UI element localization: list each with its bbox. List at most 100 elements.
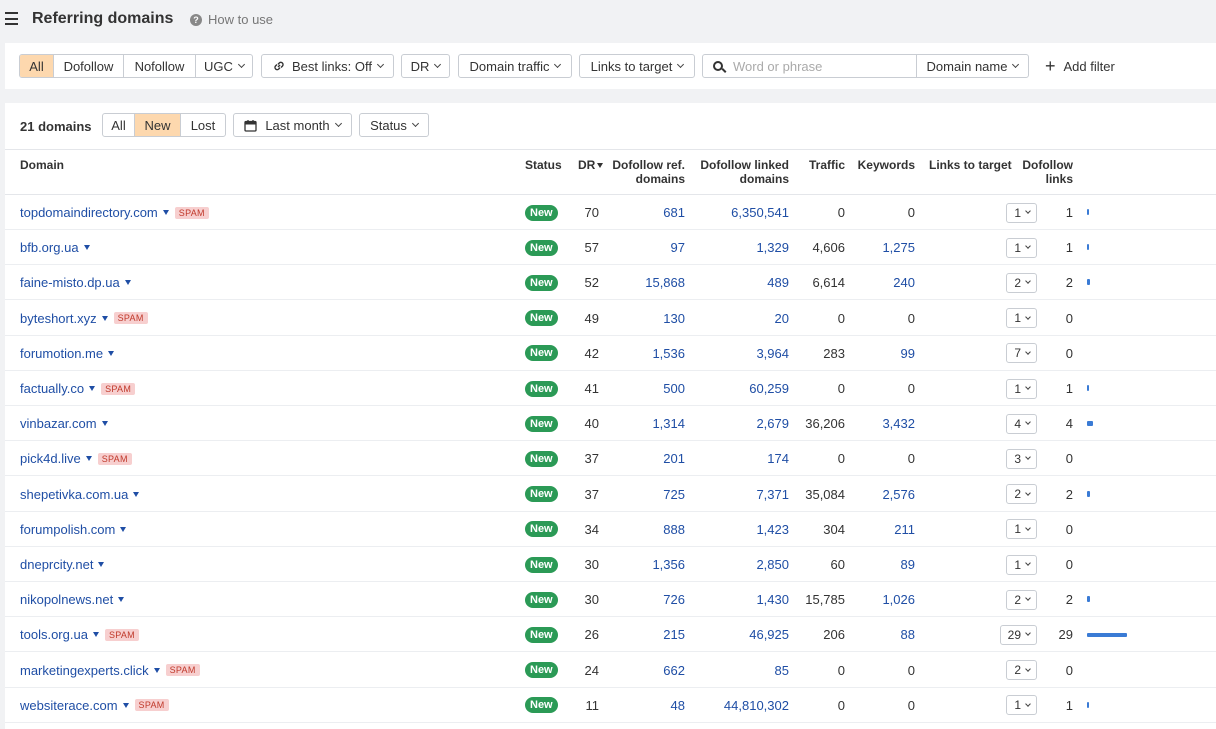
dofollow-ref-domains-cell[interactable]: 215 [663, 617, 685, 652]
dofollow-linked-domains-cell[interactable]: 1,430 [756, 582, 789, 617]
dofollow-ref-domains-cell[interactable]: 681 [663, 195, 685, 230]
dofollow-ref-domains-cell[interactable]: 662 [663, 653, 685, 688]
links-to-target-dropdown[interactable]: 1 [1006, 378, 1037, 399]
caret-down-icon[interactable] [120, 526, 127, 532]
domain-link[interactable]: forumotion.me [20, 346, 103, 361]
links-to-target-dropdown[interactable]: 2 [1006, 589, 1037, 610]
last-month-button[interactable]: Last month [233, 113, 352, 137]
links-to-target-dropdown[interactable]: 1 [1006, 695, 1037, 716]
dofollow-linked-domains-cell[interactable]: 2,850 [756, 547, 789, 582]
dofollow-ref-domains-cell[interactable]: 725 [663, 477, 685, 512]
domain-link[interactable]: byteshort.xyz [20, 311, 97, 326]
domain-link[interactable]: pick4d.live [20, 451, 81, 466]
dofollow-linked-domains-cell[interactable]: 1,423 [756, 512, 789, 547]
dofollow-linked-domains-cell[interactable]: 46,925 [749, 617, 789, 652]
links-to-target-dropdown[interactable]: 4 [1006, 413, 1037, 434]
caret-down-icon[interactable] [92, 632, 99, 638]
domain-link[interactable]: topdomaindirectory.com [20, 205, 158, 220]
dofollow-ref-domains-cell[interactable]: 726 [663, 582, 685, 617]
dofollow-ref-domains-cell[interactable]: 130 [663, 301, 685, 336]
col-dofollow-ref-domains[interactable]: Dofollow ref. domains [612, 158, 685, 186]
caret-down-icon[interactable] [162, 210, 169, 215]
domain-link[interactable]: marketingexperts.click [20, 663, 149, 678]
domain-traffic-button[interactable]: Domain traffic [458, 54, 572, 78]
col-dr[interactable]: DR [578, 158, 604, 172]
links-to-target-dropdown[interactable]: 7 [1006, 343, 1037, 364]
best-links-button[interactable]: Best links: Off [261, 54, 394, 78]
dofollow-linked-domains-cell[interactable]: 3,964 [756, 336, 789, 371]
link-type-nofollow[interactable]: Nofollow [124, 55, 196, 77]
caret-down-icon[interactable] [98, 562, 105, 567]
tab-lost[interactable]: Lost [181, 114, 225, 136]
links-to-target-dropdown[interactable]: 2 [1006, 660, 1037, 681]
dr-filter-button[interactable]: DR [401, 54, 450, 78]
links-to-target-dropdown[interactable]: 1 [1006, 519, 1037, 540]
caret-down-icon[interactable] [133, 491, 140, 497]
links-to-target-dropdown[interactable]: 2 [1006, 484, 1037, 505]
link-type-ugc[interactable]: UGC [196, 55, 252, 77]
col-domain[interactable]: Domain [20, 158, 64, 172]
keywords-cell[interactable]: 1,275 [882, 230, 915, 265]
keywords-cell[interactable]: 211 [894, 512, 915, 547]
link-type-dofollow[interactable]: Dofollow [54, 55, 124, 77]
search-scope-dropdown[interactable]: Domain name [916, 54, 1029, 78]
keywords-cell[interactable]: 89 [901, 547, 915, 582]
caret-down-icon[interactable] [118, 597, 125, 603]
domain-link[interactable]: bfb.org.ua [20, 240, 79, 255]
dofollow-ref-domains-cell[interactable]: 1,314 [652, 406, 685, 441]
caret-down-icon[interactable] [101, 421, 108, 427]
caret-down-icon[interactable] [83, 245, 90, 251]
dofollow-linked-domains-cell[interactable]: 20 [775, 301, 789, 336]
caret-down-icon[interactable] [89, 386, 96, 391]
add-filter-button[interactable]: + Add filter [1045, 54, 1115, 78]
dofollow-linked-domains-cell[interactable]: 2,679 [756, 406, 789, 441]
menu-icon[interactable] [5, 12, 18, 25]
caret-down-icon[interactable] [108, 350, 115, 356]
links-to-target-dropdown[interactable]: 1 [1006, 554, 1037, 575]
keywords-cell[interactable]: 88 [901, 617, 915, 652]
domain-link[interactable]: factually.co [20, 381, 84, 396]
dofollow-ref-domains-cell[interactable]: 97 [671, 230, 685, 265]
tab-all[interactable]: All [103, 114, 135, 136]
caret-down-icon[interactable] [153, 667, 160, 673]
link-type-all[interactable]: All [20, 55, 54, 77]
dofollow-linked-domains-cell[interactable]: 174 [767, 441, 789, 476]
search-input[interactable] [733, 58, 903, 74]
dofollow-linked-domains-cell[interactable]: 60,259 [749, 371, 789, 406]
domain-link[interactable]: faine-misto.dp.ua [20, 275, 120, 290]
dofollow-ref-domains-cell[interactable]: 48 [671, 688, 685, 723]
dofollow-linked-domains-cell[interactable]: 6,350,541 [731, 195, 789, 230]
keywords-cell[interactable]: 2,576 [882, 477, 915, 512]
keywords-cell[interactable]: 3,432 [882, 406, 915, 441]
keywords-cell[interactable]: 240 [893, 265, 915, 300]
links-to-target-button[interactable]: Links to target [579, 54, 695, 78]
dofollow-ref-domains-cell[interactable]: 888 [663, 512, 685, 547]
how-to-use-link[interactable]: ? How to use [190, 12, 273, 27]
links-to-target-dropdown[interactable]: 29 [999, 624, 1037, 645]
col-dofollow-linked-domains[interactable]: Dofollow linked domains [700, 158, 789, 186]
col-links-to-target[interactable]: Links to target [929, 158, 1012, 172]
domain-link[interactable]: dneprcity.net [20, 557, 93, 572]
links-to-target-dropdown[interactable]: 2 [1006, 272, 1037, 293]
dofollow-linked-domains-cell[interactable]: 7,371 [756, 477, 789, 512]
domain-link[interactable]: shepetivka.com.ua [20, 487, 128, 502]
col-traffic[interactable]: Traffic [809, 158, 845, 172]
caret-down-icon[interactable] [124, 280, 131, 286]
tab-new[interactable]: New [135, 114, 181, 136]
domain-link[interactable]: tools.org.ua [20, 627, 88, 642]
caret-down-icon[interactable] [101, 315, 108, 321]
domain-link[interactable]: forumpolish.com [20, 522, 115, 537]
dofollow-ref-domains-cell[interactable]: 500 [663, 371, 685, 406]
caret-down-icon[interactable] [122, 702, 129, 708]
col-keywords[interactable]: Keywords [858, 158, 915, 172]
dofollow-linked-domains-cell[interactable]: 44,810,302 [724, 688, 789, 723]
keywords-cell[interactable]: 99 [901, 336, 915, 371]
domain-link[interactable]: nikopolnews.net [20, 592, 113, 607]
col-dofollow-links[interactable]: Dofollow links [1022, 158, 1073, 186]
links-to-target-dropdown[interactable]: 1 [1006, 308, 1037, 329]
links-to-target-dropdown[interactable]: 3 [1006, 448, 1037, 469]
dofollow-ref-domains-cell[interactable]: 201 [663, 441, 685, 476]
dofollow-linked-domains-cell[interactable]: 85 [775, 653, 789, 688]
domain-link[interactable]: vinbazar.com [20, 416, 97, 431]
links-to-target-dropdown[interactable]: 1 [1006, 237, 1037, 258]
